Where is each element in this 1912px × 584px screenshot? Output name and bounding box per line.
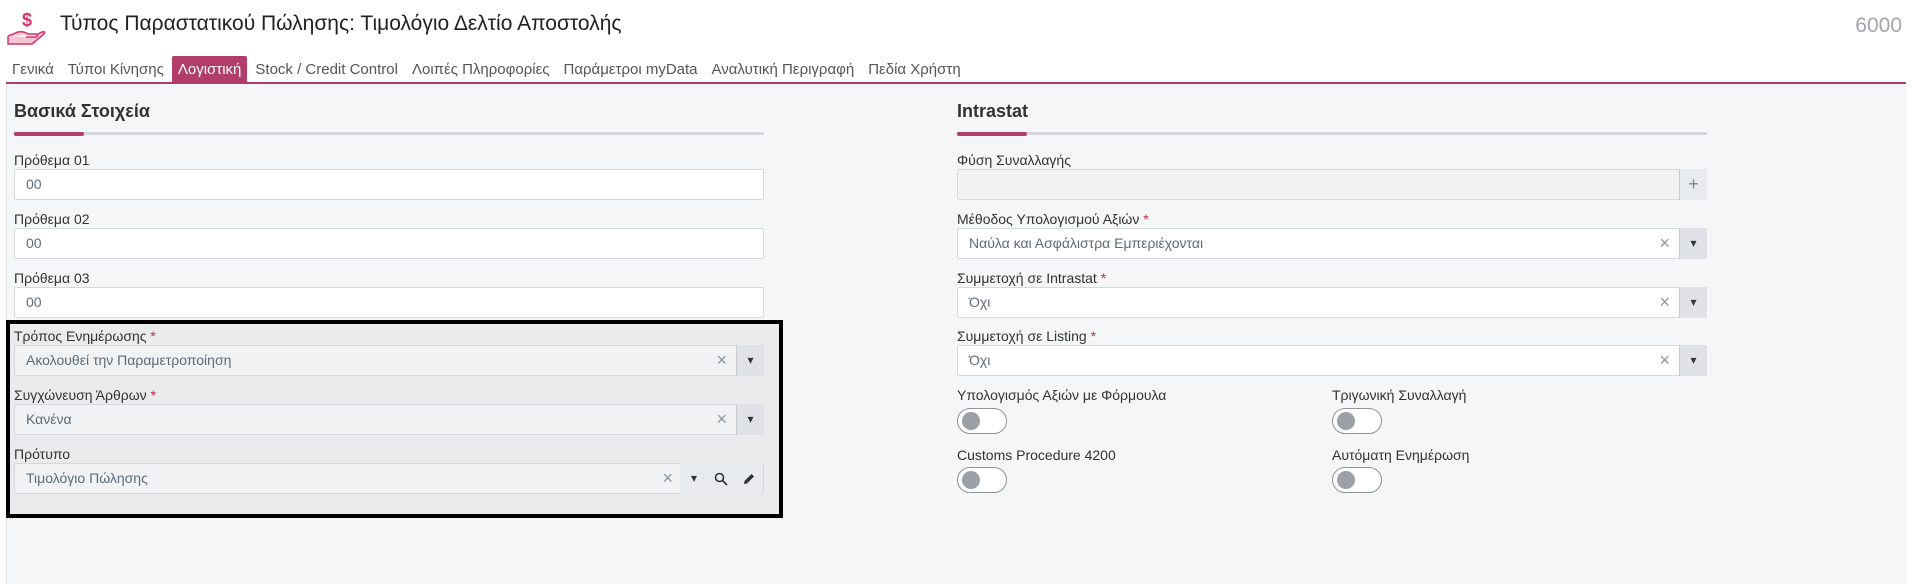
section-divider-basic bbox=[14, 132, 764, 136]
prefix2-label: Πρόθεμα 02 bbox=[14, 211, 90, 227]
update-mode-label: Τρόπος Ενημέρωσης * bbox=[14, 328, 156, 344]
record-code: 6000 bbox=[1855, 14, 1902, 37]
prefix3-label: Πρόθεμα 03 bbox=[14, 270, 90, 286]
chevron-down-icon[interactable]: ▾ bbox=[736, 345, 764, 376]
clear-icon[interactable]: × bbox=[716, 405, 727, 434]
plus-icon[interactable]: + bbox=[1679, 169, 1707, 200]
intrastat-participation-value: Όχι bbox=[969, 294, 991, 310]
prefix3-input[interactable]: 00 bbox=[14, 287, 764, 318]
section-title-basic: Βασικά Στοιχεία bbox=[14, 101, 150, 121]
tab-user-fields[interactable]: Πεδία Χρήστη bbox=[862, 56, 966, 83]
template-label: Πρότυπο bbox=[14, 446, 71, 462]
listing-participation-label: Συμμετοχή σε Listing * bbox=[957, 328, 1097, 344]
tab-general[interactable]: Γενικά bbox=[6, 56, 60, 83]
intrastat-participation-label: Συμμετοχή σε Intrastat * bbox=[957, 270, 1107, 286]
section-divider-intrastat bbox=[957, 132, 1707, 136]
update-mode-select[interactable]: Ακολουθεί την Παραμετροποίηση × ▾ bbox=[14, 345, 764, 376]
chevron-down-icon[interactable]: ▾ bbox=[1679, 287, 1707, 318]
hand-dollar-icon: $ bbox=[7, 10, 46, 45]
template-select[interactable]: Τιμολόγιο Πώλησης × ▾ bbox=[14, 463, 764, 494]
tab-other-info[interactable]: Λοιπές Πληροφορίες bbox=[406, 56, 556, 83]
clear-icon[interactable]: × bbox=[716, 346, 727, 375]
customs-procedure-toggle[interactable] bbox=[957, 467, 1007, 493]
svg-text:$: $ bbox=[22, 10, 32, 30]
chevron-down-icon[interactable]: ▾ bbox=[1679, 345, 1707, 376]
update-mode-value: Ακολουθεί την Παραμετροποίηση bbox=[26, 352, 232, 368]
value-method-value: Ναύλα και Ασφάλιστρα Εμπεριέχονται bbox=[969, 235, 1204, 251]
formula-calc-toggle[interactable] bbox=[957, 408, 1007, 434]
triangular-label: Τριγωνική Συναλλαγή bbox=[1332, 387, 1467, 403]
template-value: Τιμολόγιο Πώλησης bbox=[26, 470, 148, 486]
chevron-down-icon[interactable]: ▾ bbox=[680, 463, 708, 494]
tab-detailed-description[interactable]: Αναλυτική Περιγραφή bbox=[706, 56, 861, 83]
section-title-intrastat: Intrastat bbox=[957, 101, 1029, 121]
tab-mydata-parameters[interactable]: Παράμετροι myData bbox=[558, 56, 704, 83]
listing-participation-value: Όχι bbox=[969, 352, 991, 368]
clear-icon[interactable]: × bbox=[1659, 229, 1670, 258]
clear-icon[interactable]: × bbox=[1659, 346, 1670, 375]
chevron-down-icon[interactable]: ▾ bbox=[1679, 228, 1707, 259]
search-icon[interactable] bbox=[707, 463, 735, 494]
clear-icon[interactable]: × bbox=[1659, 288, 1670, 317]
formula-calc-label: Υπολογισμός Αξιών με Φόρμουλα bbox=[957, 387, 1167, 403]
tab-stock-credit-control[interactable]: Stock / Credit Control bbox=[249, 56, 404, 83]
triangular-toggle[interactable] bbox=[1332, 408, 1382, 434]
value-method-select[interactable]: Ναύλα και Ασφάλιστρα Εμπεριέχονται × ▾ bbox=[957, 228, 1707, 259]
clear-icon[interactable]: × bbox=[662, 464, 673, 493]
tab-accounting[interactable]: Λογιστική bbox=[171, 56, 248, 83]
customs-procedure-label: Customs Procedure 4200 bbox=[957, 447, 1116, 463]
edit-pencil-icon[interactable] bbox=[735, 463, 763, 494]
page-header: $ Τύπος Παραστατικού Πώλησης: Τιμολόγιο … bbox=[0, 0, 1912, 52]
transaction-nature-field[interactable]: + bbox=[957, 169, 1707, 200]
value-method-label: Μέθοδος Υπολογισμού Αξιών * bbox=[957, 211, 1149, 227]
listing-participation-select[interactable]: Όχι × ▾ bbox=[957, 345, 1707, 376]
chevron-down-icon[interactable]: ▾ bbox=[736, 404, 764, 435]
transaction-nature-label: Φύση Συναλλαγής bbox=[957, 152, 1071, 168]
tab-movement-types[interactable]: Τύποι Κίνησης bbox=[62, 56, 170, 83]
merge-items-label: Συγχώνευση Άρθρων * bbox=[14, 387, 156, 403]
prefix1-input[interactable]: 00 bbox=[14, 169, 764, 200]
prefix1-label: Πρόθεμα 01 bbox=[14, 152, 90, 168]
auto-update-toggle[interactable] bbox=[1332, 467, 1382, 493]
merge-items-select[interactable]: Κανένα × ▾ bbox=[14, 404, 764, 435]
prefix2-input[interactable]: 00 bbox=[14, 228, 764, 259]
auto-update-label: Αυτόματη Ενημέρωση bbox=[1332, 447, 1470, 463]
tab-bar: Γενικά Τύποι Κίνησης Λογιστική Stock / C… bbox=[6, 56, 969, 83]
page-title: Τύπος Παραστατικού Πώλησης: Τιμολόγιο Δε… bbox=[60, 12, 622, 35]
intrastat-participation-select[interactable]: Όχι × ▾ bbox=[957, 287, 1707, 318]
merge-items-value: Κανένα bbox=[26, 411, 72, 427]
